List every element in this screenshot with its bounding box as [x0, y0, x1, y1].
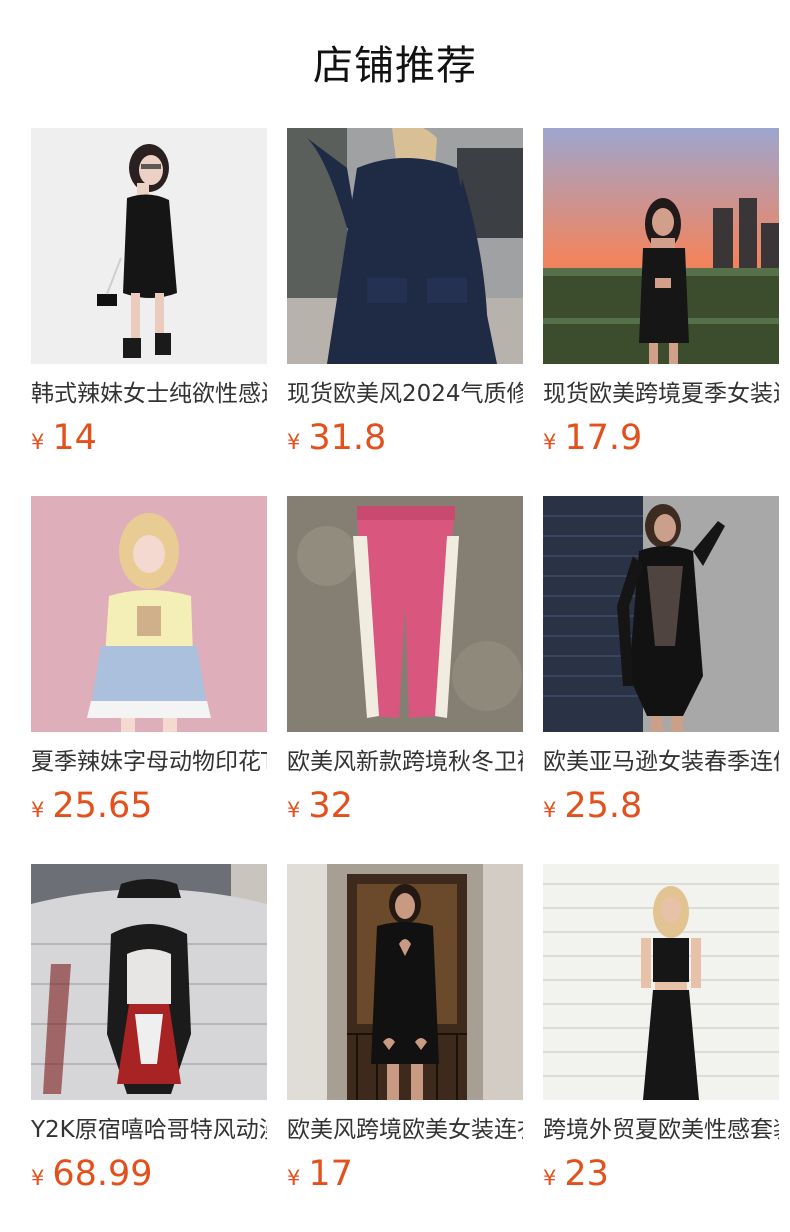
price-amount: 25.8 — [564, 786, 643, 826]
product-name[interactable]: 夏季辣妹字母动物印花T恤 — [31, 746, 267, 778]
product-price: ¥17 — [287, 1152, 523, 1196]
currency-symbol: ¥ — [287, 798, 301, 822]
product-image[interactable] — [287, 864, 523, 1100]
product-price: ¥23 — [543, 1152, 779, 1196]
product-price: ¥25.65 — [31, 784, 267, 828]
currency-symbol: ¥ — [31, 1166, 45, 1190]
product-image[interactable] — [543, 864, 779, 1100]
product-name[interactable]: Y2K原宿嘻哈哥特风动漫毛衣 — [31, 1114, 267, 1146]
product-image[interactable] — [31, 864, 267, 1100]
product-price: ¥17.9 — [543, 416, 779, 460]
page-title: 店铺推荐 — [313, 43, 477, 89]
price-amount: 17 — [308, 1154, 353, 1194]
currency-symbol: ¥ — [287, 430, 301, 454]
currency-symbol: ¥ — [543, 1166, 557, 1190]
product-name[interactable]: 欧美风新款跨境秋冬卫裤 — [287, 746, 523, 778]
product-price: ¥68.99 — [31, 1152, 267, 1196]
currency-symbol: ¥ — [543, 798, 557, 822]
product-price: ¥14 — [31, 416, 267, 460]
product-card[interactable]: 欧美亚马逊女装春季连体裤 ¥25.8 — [543, 496, 779, 864]
product-name[interactable]: 跨境外贸夏欧美性感套装 — [543, 1114, 779, 1146]
currency-symbol: ¥ — [31, 430, 45, 454]
product-image[interactable] — [543, 496, 779, 732]
price-amount: 23 — [564, 1154, 609, 1194]
product-name[interactable]: 欧美亚马逊女装春季连体裤 — [543, 746, 779, 778]
product-card[interactable]: 现货欧美跨境夏季女装连衣裙 ¥17.9 — [543, 128, 779, 496]
product-name[interactable]: 欧美风跨境欧美女装连衣裙 — [287, 1114, 523, 1146]
product-price: ¥25.8 — [543, 784, 779, 828]
price-amount: 17.9 — [564, 418, 643, 458]
product-card[interactable]: 欧美风跨境欧美女装连衣裙 ¥17 — [287, 864, 523, 1232]
currency-symbol: ¥ — [543, 430, 557, 454]
product-image[interactable] — [287, 128, 523, 364]
product-name[interactable]: 现货欧美风2024气质修身连衣裙 — [287, 378, 523, 410]
product-image[interactable] — [287, 496, 523, 732]
price-amount: 68.99 — [52, 1154, 153, 1194]
product-card[interactable]: 韩式辣妹女士纯欲性感连衣裙 ¥14 — [31, 128, 267, 496]
product-price: ¥32 — [287, 784, 523, 828]
product-card[interactable]: 跨境外贸夏欧美性感套装 ¥23 — [543, 864, 779, 1232]
product-image[interactable] — [31, 128, 267, 364]
price-amount: 32 — [308, 786, 353, 826]
price-amount: 31.8 — [308, 418, 387, 458]
currency-symbol: ¥ — [287, 1166, 301, 1190]
product-card[interactable]: 现货欧美风2024气质修身连衣裙 ¥31.8 — [287, 128, 523, 496]
product-name[interactable]: 现货欧美跨境夏季女装连衣裙 — [543, 378, 779, 410]
product-card[interactable]: 欧美风新款跨境秋冬卫裤 ¥32 — [287, 496, 523, 864]
product-card[interactable]: 夏季辣妹字母动物印花T恤 ¥25.65 — [31, 496, 267, 864]
price-amount: 25.65 — [52, 786, 153, 826]
price-amount: 14 — [52, 418, 97, 458]
product-name[interactable]: 韩式辣妹女士纯欲性感连衣裙 — [31, 378, 267, 410]
currency-symbol: ¥ — [31, 798, 45, 822]
product-card[interactable]: Y2K原宿嘻哈哥特风动漫毛衣 ¥68.99 — [31, 864, 267, 1232]
product-price: ¥31.8 — [287, 416, 523, 460]
product-image[interactable] — [31, 496, 267, 732]
product-grid: 韩式辣妹女士纯欲性感连衣裙 ¥14 现货欧美风2024气质修身连衣裙 ¥31.8 — [31, 128, 790, 1232]
product-image[interactable] — [543, 128, 779, 364]
